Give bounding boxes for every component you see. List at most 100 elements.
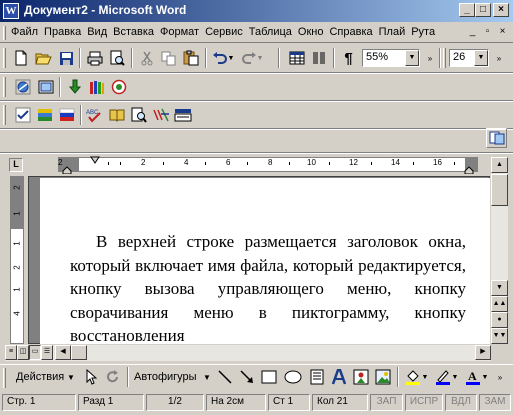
doc-close-button[interactable]: × — [496, 26, 509, 38]
menu-table[interactable]: Таблица — [246, 26, 295, 38]
print-icon[interactable] — [84, 48, 105, 68]
russian-flag-icon[interactable] — [56, 105, 77, 125]
close-button[interactable]: × — [493, 3, 509, 17]
web-page-icon[interactable] — [35, 77, 56, 97]
vertical-ruler[interactable]: 2 1 1 2 1 4 — [10, 176, 24, 344]
print-preview-icon[interactable] — [106, 48, 127, 68]
menubar-grip[interactable] — [3, 26, 6, 40]
document-paragraph[interactable]: В верхней строке размещается заголовок о… — [70, 230, 466, 344]
menu-help[interactable]: Справка — [326, 26, 375, 38]
toolbar-grip[interactable] — [3, 105, 6, 125]
tab-stop-selector[interactable]: L — [9, 158, 23, 172]
text-box-tool-icon[interactable] — [306, 367, 327, 387]
scroll-up-arrow-icon[interactable]: ▲ — [491, 157, 508, 173]
autoshapes-menu[interactable]: Автофигуры — [134, 371, 197, 383]
scroll-down-arrow-icon[interactable]: ▼ — [491, 280, 508, 296]
normal-view-icon[interactable]: ≡ — [5, 345, 17, 360]
redo-dropdown-arrow-icon[interactable]: ▼ — [255, 48, 265, 68]
toolbar-grip[interactable] — [3, 368, 6, 388]
doc-restore-button[interactable]: ▫ — [481, 26, 494, 38]
oval-tool-icon[interactable] — [282, 367, 303, 387]
arrow-tool-icon[interactable] — [236, 367, 257, 387]
checklist-icon[interactable] — [12, 105, 33, 125]
scroll-right-arrow-icon[interactable]: ▶ — [475, 345, 491, 360]
menu-edit[interactable]: Правка — [41, 26, 84, 38]
zoom-select[interactable]: 55% ▼ — [362, 49, 420, 67]
actions-dropdown-arrow-icon[interactable]: ▼ — [67, 373, 75, 382]
free-rotate-icon[interactable] — [102, 367, 123, 387]
vertical-scrollbar[interactable]: ▲ ▼ ▲▲ ● ▼▼ — [491, 157, 508, 344]
right-indent-marker-icon[interactable] — [464, 166, 474, 174]
show-formatting-marks-icon[interactable]: ¶ — [338, 48, 359, 68]
menu-insert[interactable]: Вставка — [110, 26, 157, 38]
menu-plai[interactable]: Плай — [376, 26, 409, 38]
select-objects-arrow-icon[interactable] — [80, 367, 101, 387]
toolbar-options-chevron-icon[interactable]: » — [492, 48, 506, 68]
download-arrow-icon[interactable] — [64, 77, 85, 97]
insert-picture-icon[interactable] — [372, 367, 393, 387]
status-overtype-indicator[interactable]: ЗАМ — [479, 394, 511, 411]
toolbar-options-chevron-icon[interactable]: » — [424, 48, 436, 68]
line-tool-icon[interactable] — [214, 367, 235, 387]
status-track-changes-indicator[interactable]: ИСПР — [405, 394, 443, 411]
insert-table-icon[interactable] — [286, 48, 307, 68]
menu-file[interactable]: Файл — [11, 26, 41, 38]
open-book-icon[interactable] — [106, 105, 127, 125]
insert-diagram-icon[interactable] — [350, 367, 371, 387]
status-extend-indicator[interactable]: ВДЛ — [445, 394, 477, 411]
toolbar-grip[interactable] — [443, 48, 446, 68]
outline-view-icon[interactable]: ☰ — [41, 345, 53, 360]
hyperlink-icon[interactable] — [12, 77, 33, 97]
scroll-left-arrow-icon[interactable]: ◀ — [55, 345, 71, 360]
flag-colors-icon[interactable] — [34, 105, 55, 125]
fill-color-dropdown-arrow-icon[interactable]: ▼ — [420, 367, 430, 387]
font-color-dropdown-arrow-icon[interactable]: ▼ — [480, 367, 490, 387]
research-magnifier-icon[interactable] — [128, 105, 149, 125]
minimize-button[interactable]: _ — [459, 3, 475, 17]
new-document-icon[interactable] — [10, 48, 31, 68]
translate-icon[interactable] — [150, 105, 171, 125]
word-app-icon[interactable]: W — [3, 3, 19, 19]
copy-icon[interactable] — [158, 48, 179, 68]
menu-format[interactable]: Формат — [157, 26, 202, 38]
columns-icon[interactable] — [308, 48, 329, 68]
autoshapes-dropdown-arrow-icon[interactable]: ▼ — [203, 373, 211, 382]
horizontal-scrollbar[interactable]: ≡ ◫ ▭ ☰ ◀ ▶ — [5, 345, 491, 361]
print-layout-view-icon[interactable]: ▭ — [29, 345, 41, 360]
menu-tools[interactable]: Сервис — [202, 26, 246, 38]
font-size-dropdown-arrow-icon[interactable]: ▼ — [474, 50, 488, 66]
hanging-indent-marker-icon[interactable] — [62, 166, 72, 174]
menu-window[interactable]: Окно — [295, 26, 327, 38]
line-color-dropdown-arrow-icon[interactable]: ▼ — [450, 367, 460, 387]
horizontal-scroll-thumb[interactable] — [71, 345, 87, 360]
first-line-indent-marker-icon[interactable] — [90, 156, 100, 164]
font-size-select[interactable]: 26 ▼ — [449, 49, 489, 67]
select-browse-object-icon[interactable]: ● — [491, 312, 508, 328]
menu-ruta[interactable]: Рута — [408, 26, 438, 38]
toolbar-options-chevron-icon[interactable]: » — [494, 367, 506, 387]
zoom-dropdown-arrow-icon[interactable]: ▼ — [405, 50, 419, 66]
library-books-icon[interactable] — [86, 77, 107, 97]
web-layout-view-icon[interactable]: ◫ — [17, 345, 29, 360]
toolbar-grip[interactable] — [3, 77, 6, 97]
toolbar-grip[interactable] — [3, 48, 6, 68]
draw-actions-menu[interactable]: Действия — [16, 371, 64, 383]
maximize-button[interactable]: □ — [475, 3, 491, 17]
cut-icon[interactable] — [136, 48, 157, 68]
task-pane-icon[interactable] — [486, 128, 507, 148]
menu-view[interactable]: Вид — [84, 26, 110, 38]
web-globe-icon[interactable] — [108, 77, 129, 97]
word-count-icon[interactable] — [172, 105, 193, 125]
horizontal-ruler[interactable]: 2 2 4 6 8 10 12 14 16 — [40, 156, 491, 174]
previous-page-icon[interactable]: ▲▲ — [491, 296, 508, 312]
title-bar[interactable]: W Документ2 - Microsoft Word _ □ × — [0, 0, 513, 22]
open-folder-icon[interactable] — [33, 48, 54, 68]
status-rec-indicator[interactable]: ЗАП — [370, 394, 403, 411]
doc-minimize-button[interactable]: _ — [466, 26, 479, 38]
spelling-check-icon[interactable]: ABC — [84, 105, 105, 125]
next-page-icon[interactable]: ▼▼ — [491, 328, 508, 344]
wordart-icon[interactable] — [328, 367, 349, 387]
rectangle-tool-icon[interactable] — [258, 367, 279, 387]
document-page[interactable]: В верхней строке размещается заголовок о… — [40, 178, 490, 344]
vertical-scroll-thumb[interactable] — [491, 174, 508, 206]
